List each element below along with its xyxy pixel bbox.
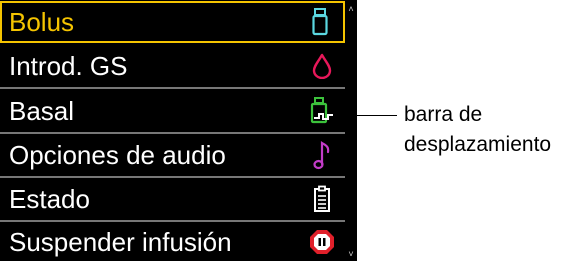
callout-leader-line <box>357 115 397 116</box>
scrollbar[interactable]: ˄ ˅ <box>345 0 357 261</box>
menu-item-bolus[interactable]: Bolus <box>0 1 345 43</box>
main-menu: Bolus Introd. GS Basal Opciones de audio… <box>0 0 345 261</box>
basal-faucet-icon <box>308 95 336 127</box>
pump-screen: Bolus Introd. GS Basal Opciones de audio… <box>0 0 357 261</box>
scroll-up-arrow-icon[interactable]: ˄ <box>345 4 357 14</box>
blood-drop-icon <box>308 50 336 82</box>
menu-item-basal[interactable]: Basal <box>0 89 345 134</box>
music-note-icon <box>308 139 336 171</box>
menu-item-label: Bolus <box>9 7 75 37</box>
menu-item-label: Basal <box>9 95 75 126</box>
callout-line-2: desplazamiento <box>404 133 552 156</box>
menu-item-label: Introd. GS <box>9 50 128 81</box>
callout-line-1: barra de <box>404 103 483 126</box>
menu-item-label: Estado <box>9 184 90 214</box>
bolus-vial-icon <box>306 6 334 38</box>
pause-octagon-icon <box>308 226 336 258</box>
menu-item-estado[interactable]: Estado <box>0 178 345 222</box>
menu-item-label: Opciones de audio <box>9 140 226 170</box>
menu-item-label: Suspender infusión <box>9 226 232 257</box>
menu-item-introd-gs[interactable]: Introd. GS <box>0 44 345 89</box>
menu-item-suspender-infusion[interactable]: Suspender infusión <box>0 222 345 261</box>
menu-item-opciones-de-audio[interactable]: Opciones de audio <box>0 134 345 178</box>
scrollbar-callout-label: barra de desplazamiento <box>404 100 564 160</box>
clipboard-icon <box>308 183 336 215</box>
scroll-down-arrow-icon[interactable]: ˅ <box>345 249 357 259</box>
